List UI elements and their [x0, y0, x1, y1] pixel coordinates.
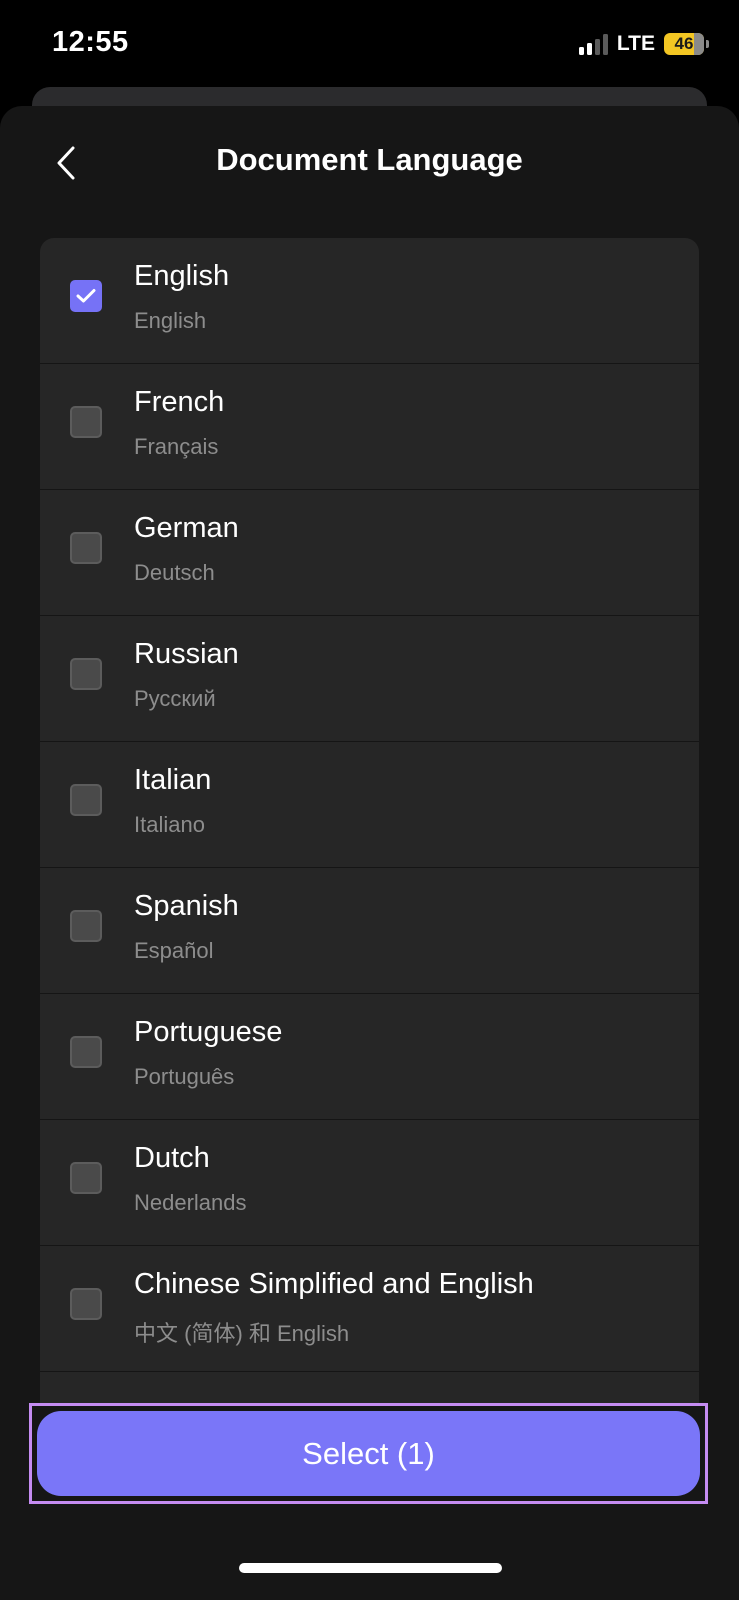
- home-indicator: [239, 1563, 502, 1573]
- language-native-name: 中文 (简体) 和 English: [134, 1321, 350, 1346]
- language-row[interactable]: Spanish Español: [40, 868, 699, 994]
- language-row[interactable]: Chinese Simplified and English 中文 (简体) 和 …: [40, 1246, 699, 1372]
- checkbox[interactable]: [70, 532, 102, 564]
- language-name: Chinese Simplified and English: [134, 1268, 534, 1300]
- language-name: Russian: [134, 638, 239, 670]
- checkbox[interactable]: [70, 910, 102, 942]
- language-row[interactable]: Russian Русский: [40, 616, 699, 742]
- language-row[interactable]: English English: [40, 238, 699, 364]
- language-name: Portuguese: [134, 1016, 283, 1048]
- language-row[interactable]: German Deutsch: [40, 490, 699, 616]
- language-name: Dutch: [134, 1142, 210, 1174]
- checkbox-checked[interactable]: [70, 280, 102, 312]
- network-type: LTE: [616, 32, 655, 55]
- language-row[interactable]: Italian Italiano: [40, 742, 699, 868]
- checkbox[interactable]: [70, 1036, 102, 1068]
- language-row[interactable]: Dutch Nederlands: [40, 1120, 699, 1246]
- status-time: 12:55: [52, 26, 129, 58]
- language-sheet: Document Language English English French Fr…: [0, 106, 739, 1600]
- language-native-name: Italiano: [134, 812, 205, 837]
- language-native-name: Français: [134, 434, 219, 459]
- checkbox[interactable]: [70, 784, 102, 816]
- language-native-name: Русский: [134, 686, 216, 711]
- select-button-highlight: Select (1): [29, 1403, 708, 1504]
- language-native-name: Português: [134, 1064, 235, 1089]
- language-native-name: English: [134, 308, 207, 333]
- language-list: English English French Français German Deutsc…: [40, 238, 699, 1478]
- signal-icon: [578, 33, 608, 55]
- language-native-name: Deutsch: [134, 560, 215, 585]
- select-button[interactable]: Select (1): [37, 1411, 700, 1496]
- checkmark-icon: [76, 289, 96, 303]
- checkbox[interactable]: [70, 1288, 102, 1320]
- language-name: French: [134, 386, 225, 418]
- language-name: Italian: [134, 764, 212, 796]
- page-title: Document Language: [216, 142, 523, 177]
- battery-icon: 46: [664, 33, 709, 55]
- checkbox[interactable]: [70, 406, 102, 438]
- language-name: English: [134, 260, 230, 292]
- checkbox[interactable]: [70, 1162, 102, 1194]
- battery-level: 46: [674, 34, 694, 53]
- checkbox[interactable]: [70, 658, 102, 690]
- language-name: German: [134, 512, 239, 544]
- language-row[interactable]: Portuguese Português: [40, 994, 699, 1120]
- language-row[interactable]: French Français: [40, 364, 699, 490]
- language-native-name: Español: [134, 938, 214, 963]
- language-native-name: Nederlands: [134, 1190, 247, 1215]
- status-bar: 12:55 LTE 46: [0, 0, 739, 90]
- status-indicators: LTE 46: [578, 32, 709, 56]
- language-name: Spanish: [134, 890, 239, 922]
